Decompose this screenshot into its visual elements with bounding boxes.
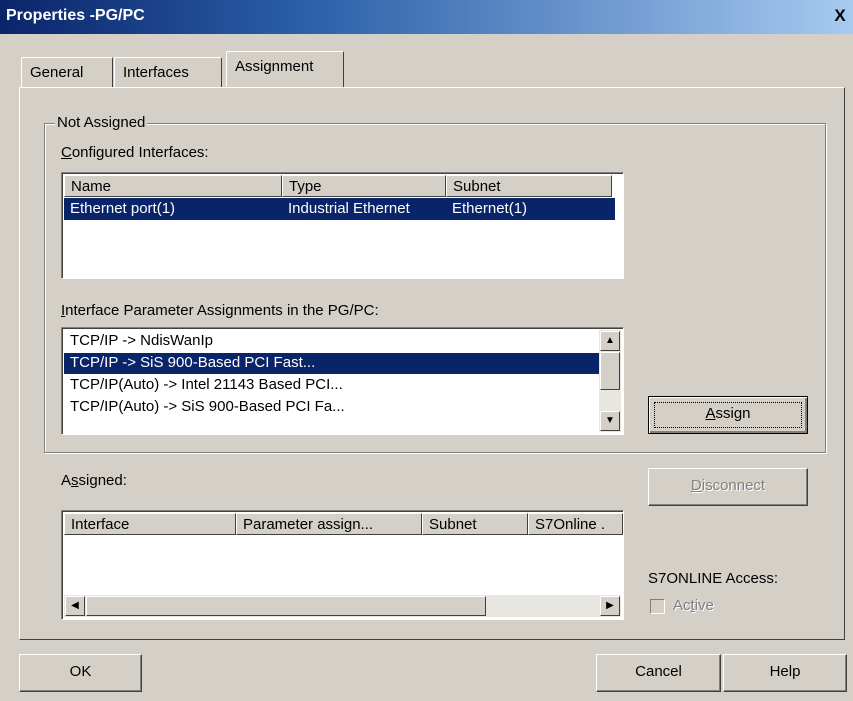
tab-assignment-label: Assignment	[235, 58, 314, 75]
cell-subnet: Ethernet(1)	[452, 200, 528, 217]
not-assigned-label: Not Assigned	[55, 114, 148, 131]
title-bar: Properties -PG/PC X	[0, 0, 853, 34]
scroll-left-icon[interactable]: ◀	[65, 596, 85, 616]
parameter-assignments-list[interactable]: TCP/IP -> NdisWanIp TCP/IP -> SiS 900-Ba…	[61, 327, 624, 435]
tab-general-label: General	[30, 64, 84, 81]
configured-interfaces-label: Configured Interfaces:	[61, 144, 209, 161]
close-icon[interactable]: X	[829, 6, 851, 27]
vertical-scrollbar[interactable]: ▲ ▼	[599, 330, 621, 432]
scroll-up-icon[interactable]: ▲	[600, 331, 620, 351]
column-header-s7online[interactable]: S7Online .	[528, 513, 623, 535]
focus-rect	[654, 402, 802, 428]
tab-general[interactable]: General	[21, 57, 113, 87]
column-header-subnet[interactable]: Subnet	[422, 513, 528, 535]
column-header-parameter-assignment[interactable]: Parameter assign...	[236, 513, 422, 535]
list-item[interactable]: TCP/IP(Auto) -> Intel 21143 Based PCI...	[64, 375, 599, 396]
disconnect-button[interactable]: Disconnect	[648, 468, 808, 506]
help-button[interactable]: Help	[723, 654, 847, 692]
ok-button[interactable]: OK	[19, 654, 142, 692]
scroll-thumb[interactable]	[600, 352, 620, 390]
configured-interfaces-list[interactable]: Name Type Subnet Ethernet port(1) Indust…	[61, 172, 624, 279]
list-item[interactable]: TCP/IP -> NdisWanIp	[64, 331, 599, 352]
tab-interfaces-label: Interfaces	[123, 64, 189, 81]
table-row[interactable]: Ethernet port(1) Industrial Ethernet Eth…	[64, 198, 615, 220]
tab-interfaces[interactable]: Interfaces	[114, 57, 222, 87]
assign-button[interactable]: Assign	[648, 396, 808, 434]
active-checkbox[interactable]	[650, 599, 665, 614]
column-header-name[interactable]: Name	[64, 175, 282, 197]
scroll-down-icon[interactable]: ▼	[600, 411, 620, 431]
assigned-label: Assigned:	[61, 472, 127, 489]
horizontal-scrollbar[interactable]: ◀ ▶	[64, 595, 621, 617]
scroll-thumb[interactable]	[86, 596, 486, 616]
cell-name: Ethernet port(1)	[70, 200, 176, 217]
s7online-access-label: S7ONLINE Access:	[648, 570, 779, 587]
scroll-right-icon[interactable]: ▶	[600, 596, 620, 616]
column-header-subnet[interactable]: Subnet	[446, 175, 612, 197]
column-header-interface[interactable]: Interface	[64, 513, 236, 535]
tab-assignment[interactable]: Assignment	[226, 51, 344, 87]
column-header-type[interactable]: Type	[282, 175, 446, 197]
list-item[interactable]: TCP/IP -> SiS 900-Based PCI Fast...	[64, 353, 599, 374]
cancel-button[interactable]: Cancel	[596, 654, 721, 692]
assigned-list[interactable]: Interface Parameter assign... Subnet S7O…	[61, 510, 624, 620]
cell-type: Industrial Ethernet	[288, 200, 410, 217]
list-item[interactable]: TCP/IP(Auto) -> SiS 900-Based PCI Fa...	[64, 397, 599, 418]
window-title: Properties -PG/PC	[6, 7, 145, 24]
active-label: Active	[673, 597, 714, 614]
parameter-assignments-label: Interface Parameter Assignments in the P…	[61, 302, 379, 319]
